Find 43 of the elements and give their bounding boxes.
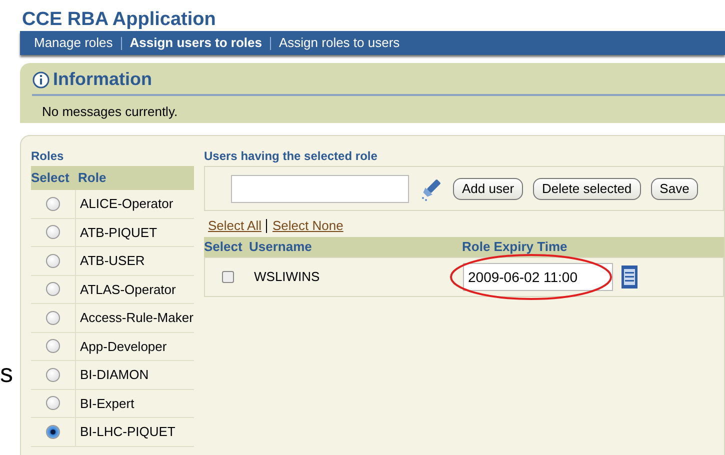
radio-button[interactable] — [46, 282, 60, 296]
roles-title: Roles — [31, 148, 65, 165]
calendar-icon[interactable] — [621, 265, 638, 289]
role-name: BI-Expert — [79, 394, 134, 413]
users-title: Users having the selected role — [204, 148, 378, 165]
column-header: Role — [77, 169, 106, 188]
role-name: ATLAS-Operator — [79, 280, 176, 299]
radio-button[interactable] — [46, 424, 60, 439]
radio-button[interactable] — [46, 339, 60, 354]
action-button[interactable]: Save — [650, 178, 698, 200]
nav-link[interactable]: Assign roles to users — [279, 33, 400, 53]
column-header: Select — [31, 169, 70, 188]
user-search-field[interactable] — [231, 174, 409, 202]
action-button[interactable]: Delete selected — [533, 178, 641, 200]
role-name: App-Developer — [79, 338, 167, 356]
radio-button[interactable] — [46, 254, 60, 268]
role-name: ATB-USER — [79, 252, 145, 270]
radio-button[interactable] — [46, 310, 60, 325]
role-name: BI-DIAMON — [79, 366, 149, 384]
app-title: CCE RBA Application — [22, 9, 216, 30]
column-header: Role Expiry Time — [462, 238, 568, 256]
select-link[interactable]: Select None — [272, 216, 344, 235]
radio-button[interactable] — [46, 225, 60, 240]
column-header: Username — [249, 238, 313, 256]
info-icon — [32, 70, 50, 88]
role-name: ALICE-Operator — [79, 195, 174, 213]
expiry-field[interactable]: 2009-06-02 11:00 — [463, 263, 613, 291]
role-name: BI-LHC-PIQUET — [79, 423, 176, 441]
info-message: No messages currently. — [42, 103, 179, 121]
select-link[interactable]: Select All — [208, 216, 262, 235]
radio-button[interactable] — [46, 396, 60, 410]
radio-button[interactable] — [46, 196, 60, 211]
column-header: Select — [204, 238, 244, 256]
nav-link[interactable]: Assign users to roles — [130, 33, 262, 53]
radio-button[interactable] — [46, 368, 60, 382]
row-checkbox[interactable] — [222, 271, 234, 283]
action-button[interactable]: Add user — [453, 178, 524, 200]
role-name: Access-Rule-Maker — [79, 309, 194, 327]
nav-link[interactable]: Manage roles — [34, 33, 113, 53]
margin-fragment: s — [0, 360, 13, 386]
role-name: ATB-PIQUET — [79, 224, 158, 242]
username: WSLIWINS — [253, 268, 321, 286]
info-title: Information — [53, 68, 152, 91]
